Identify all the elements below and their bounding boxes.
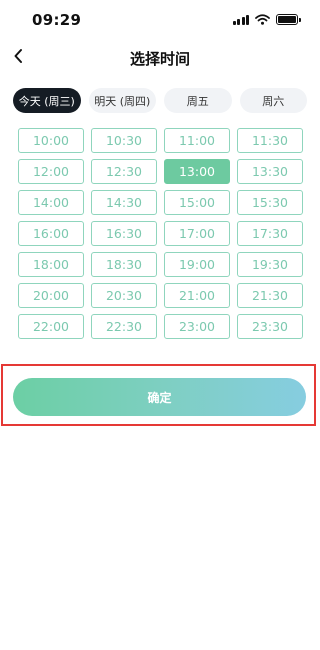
time-slot[interactable]: 13:30 [237, 159, 303, 184]
time-slot[interactable]: 14:00 [18, 190, 84, 215]
time-slot[interactable]: 11:00 [164, 128, 230, 153]
time-slot[interactable]: 20:30 [91, 283, 157, 308]
time-slot[interactable]: 14:30 [91, 190, 157, 215]
time-slot[interactable]: 17:30 [237, 221, 303, 246]
time-slot[interactable]: 16:00 [18, 221, 84, 246]
time-slot[interactable]: 17:00 [164, 221, 230, 246]
time-slot-grid: 10:00 10:30 11:00 11:30 12:00 12:30 13:00 13:30… [18, 128, 303, 339]
time-slot[interactable]: 12:30 [91, 159, 157, 184]
time-slot[interactable]: 12:00 [18, 159, 84, 184]
status-bar: 09:29 [0, 0, 320, 40]
time-slot[interactable]: 11:30 [237, 128, 303, 153]
time-slot[interactable]: 10:00 [18, 128, 84, 153]
time-slot[interactable]: 18:30 [91, 252, 157, 277]
status-time: 09:29 [32, 11, 82, 29]
cellular-signal-icon [232, 14, 249, 25]
time-slot[interactable]: 21:30 [237, 283, 303, 308]
time-slot[interactable]: 19:00 [164, 252, 230, 277]
battery-level [278, 16, 296, 23]
time-slot[interactable]: 23:00 [164, 314, 230, 339]
time-slot[interactable]: 20:00 [18, 283, 84, 308]
time-slot[interactable]: 19:30 [237, 252, 303, 277]
time-slot[interactable]: 15:30 [237, 190, 303, 215]
time-slot[interactable]: 23:30 [237, 314, 303, 339]
day-tab[interactable]: 周六 [239, 88, 307, 113]
day-tab[interactable]: 周五 [164, 88, 232, 113]
time-slot[interactable]: 18:00 [18, 252, 84, 277]
day-tabs: 今天 (周三) 明天 (周四) 周五 周六 [13, 88, 307, 113]
time-slot[interactable]: 22:00 [18, 314, 84, 339]
time-slot[interactable]: 21:00 [164, 283, 230, 308]
time-slot[interactable]: 13:00 [164, 159, 230, 184]
time-slot[interactable]: 15:00 [164, 190, 230, 215]
day-tab[interactable]: 明天 (周四) [88, 88, 156, 113]
time-slot[interactable]: 16:30 [91, 221, 157, 246]
time-slot[interactable]: 10:30 [91, 128, 157, 153]
navigation-bar: 选择时间 [0, 40, 320, 76]
day-tab[interactable]: 今天 (周三) [13, 88, 81, 113]
confirm-button[interactable]: 确定 [13, 378, 306, 416]
time-slot[interactable]: 22:30 [91, 314, 157, 339]
page-title: 选择时间 [129, 50, 190, 68]
wifi-icon [255, 14, 270, 25]
battery-icon [276, 14, 301, 25]
status-icons [232, 14, 301, 25]
